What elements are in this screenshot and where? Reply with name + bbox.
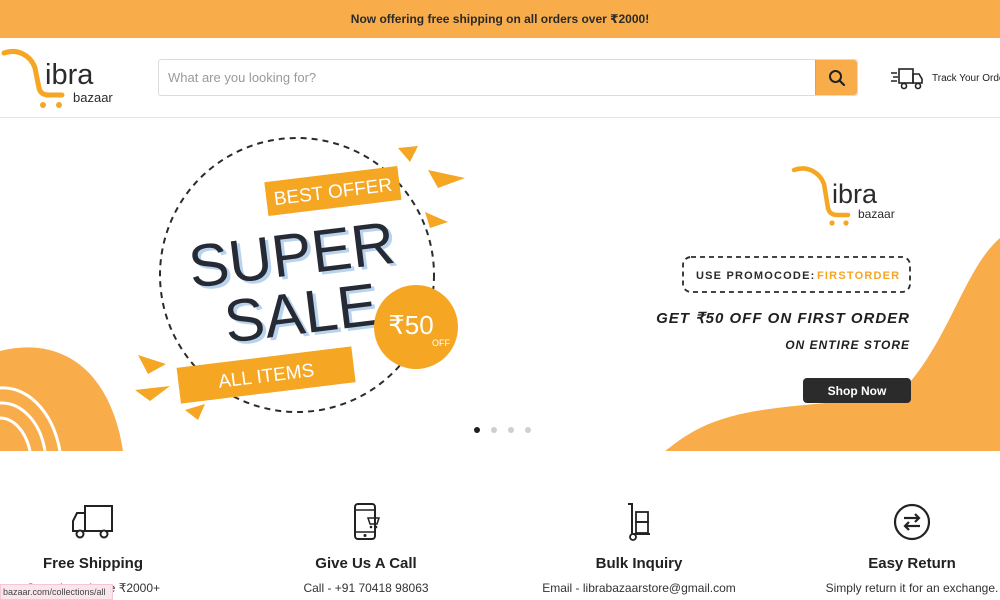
feature-title: Bulk Inquiry	[595, 555, 683, 572]
feature-title: Easy Return	[868, 555, 956, 572]
logo-secondary-text: bazaar	[73, 90, 113, 105]
slider-dot	[508, 427, 514, 433]
confetti-shape	[398, 146, 418, 162]
feature-call: Give Us A Call Call - +91 70418 98063	[256, 501, 476, 595]
slider-dot-active	[474, 427, 480, 433]
promo-label: USE PROMOCODE:	[696, 270, 815, 282]
track-order-label: Track Your Orde	[932, 72, 1000, 84]
status-bar-url: bazaar.com/collections/all	[0, 584, 113, 600]
truck-icon	[72, 505, 113, 539]
slider-dot	[525, 427, 531, 433]
search-button[interactable]	[815, 60, 857, 95]
confetti-shape	[428, 170, 465, 188]
feature-desc: Simply return it for an exchange.	[825, 581, 999, 595]
feature-desc: Email - librabazaarstore@gmail.com	[542, 581, 736, 595]
features-section: Free Shipping On orders above ₹2000+ Giv…	[0, 451, 1000, 600]
discount-amount: ₹50	[388, 310, 433, 340]
offer-line-2: ON ENTIRE STORE	[785, 338, 910, 352]
feature-free-shipping: Free Shipping On orders above ₹2000+	[0, 501, 203, 595]
shop-now-label: Shop Now	[828, 384, 887, 398]
super-sale-headline: SUPER SUPER SALE SALE	[185, 209, 402, 358]
banner-logo-primary: ibra	[832, 179, 878, 209]
banner-logo-secondary: bazaar	[858, 207, 895, 221]
site-logo[interactable]: ibra bazaar	[0, 44, 130, 110]
logo-primary-text: ibra	[45, 59, 94, 91]
logo-mark: ibra bazaar	[1, 49, 113, 108]
track-order-link[interactable]: Track Your Orde	[890, 64, 1000, 92]
announcement-text: Now offering free shipping on all orders…	[350, 12, 650, 26]
shop-now-button[interactable]: Shop Now	[803, 378, 911, 403]
hand-truck-icon	[628, 503, 650, 541]
discount-circle: ₹50 OFF	[374, 285, 458, 369]
site-header: ibra bazaar Track Your Orde	[0, 38, 1000, 118]
feature-easy-return: Easy Return Simply return it for an exch…	[802, 501, 1000, 595]
announcement-bar: Now offering free shipping on all orders…	[0, 0, 1000, 38]
hero-banner[interactable]: BEST OFFER SUPER SUPER SALE SALE ALL ITE…	[0, 118, 1000, 451]
delivery-truck-icon	[891, 68, 923, 90]
search-bar	[158, 59, 858, 96]
feature-title: Give Us A Call	[315, 555, 417, 572]
banner-logo: ibra bazaar	[791, 166, 895, 226]
promo-code: FIRSTORDER	[817, 270, 900, 282]
feature-desc: Call - +91 70418 98063	[303, 581, 429, 595]
phone-icon	[354, 503, 381, 540]
discount-off: OFF	[432, 338, 450, 348]
return-icon	[893, 503, 931, 541]
confetti-shape	[138, 355, 166, 374]
all-items-ribbon: ALL ITEMS	[176, 346, 356, 404]
hero-left-decoration	[0, 347, 123, 451]
best-offer-ribbon: BEST OFFER	[264, 165, 402, 217]
hero-graphic: BEST OFFER SUPER SUPER SALE SALE ALL ITE…	[0, 137, 1000, 451]
feature-bulk-inquiry: Bulk Inquiry Email - librabazaarstore@gm…	[529, 501, 749, 595]
search-icon	[828, 69, 845, 86]
slider-dot	[491, 427, 497, 433]
search-input[interactable]	[159, 60, 815, 95]
feature-title: Free Shipping	[42, 555, 143, 572]
slider-dots	[474, 427, 531, 433]
offer-line-1: GET ₹50 OFF ON FIRST ORDER	[656, 310, 910, 327]
confetti-shape	[185, 404, 205, 420]
confetti-shape	[425, 212, 448, 228]
confetti-shape	[135, 386, 170, 401]
